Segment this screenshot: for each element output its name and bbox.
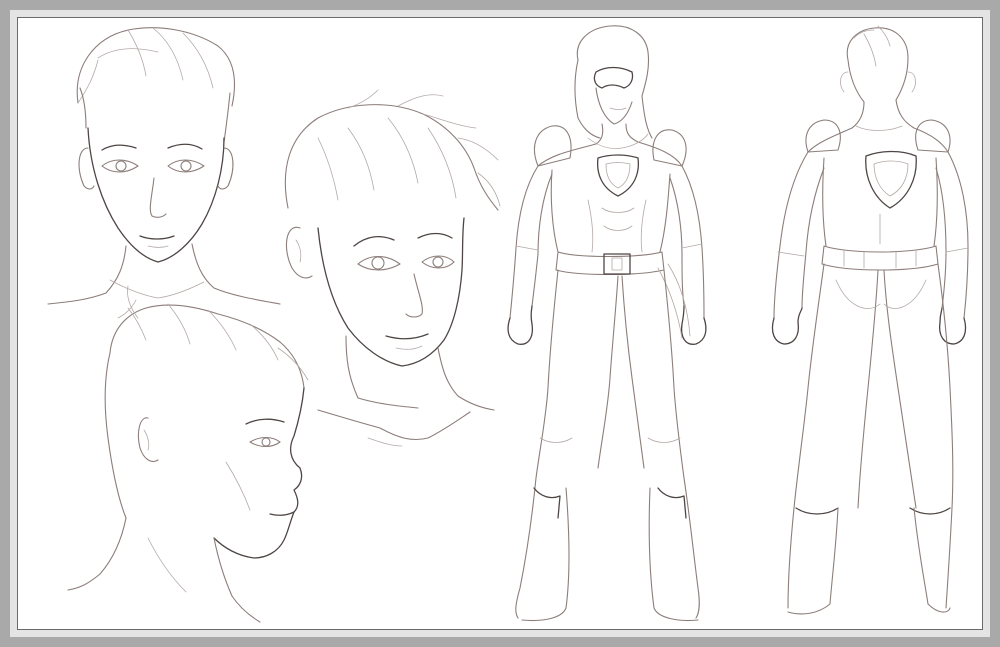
profile-view-head <box>67 285 309 623</box>
three-quarter-view-head <box>284 89 501 447</box>
full-body-back-view <box>771 25 969 615</box>
sheet-frame <box>10 10 990 637</box>
character-model-sheet <box>47 25 969 623</box>
model-sheet-paper <box>17 17 983 630</box>
front-view-head <box>47 27 281 305</box>
full-body-front-view <box>507 25 707 622</box>
